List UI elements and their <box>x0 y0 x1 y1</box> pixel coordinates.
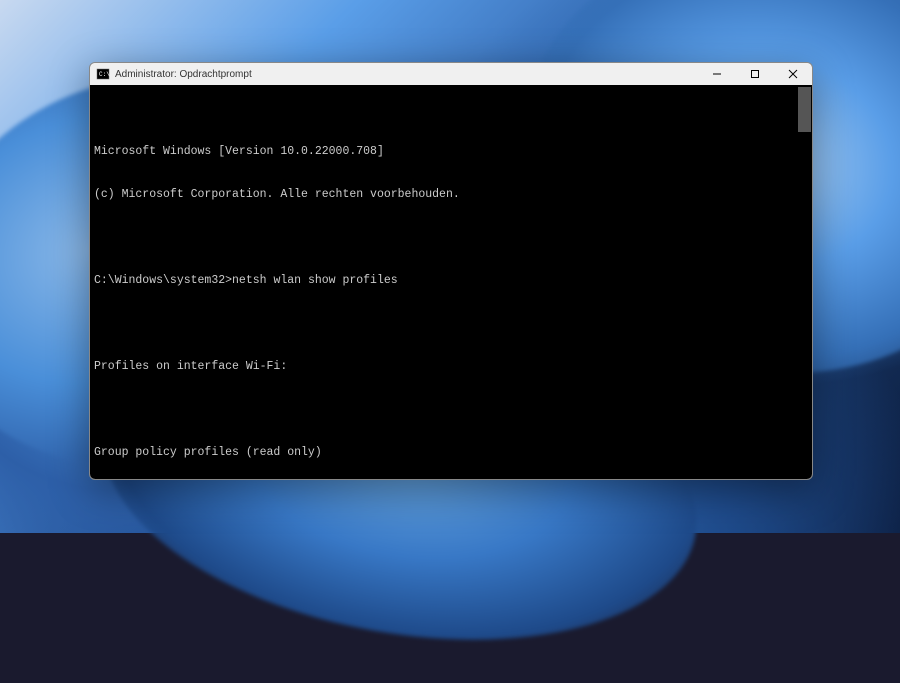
blank-line <box>94 317 808 331</box>
prompt-path: C:\Windows\system32> <box>94 274 232 287</box>
window-title: Administrator: Opdrachtprompt <box>115 69 698 80</box>
svg-text:C:\: C:\ <box>99 71 110 78</box>
output-line: Profiles on interface Wi-Fi: <box>94 360 808 374</box>
terminal-area[interactable]: Microsoft Windows [Version 10.0.22000.70… <box>90 85 812 479</box>
command-prompt-window: C:\ Administrator: Opdrachtprompt Micros… <box>89 62 813 480</box>
close-button[interactable] <box>774 63 812 85</box>
prompt-line: C:\Windows\system32>netsh wlan show prof… <box>94 274 808 288</box>
copyright-line: (c) Microsoft Corporation. Alle rechten … <box>94 188 808 202</box>
version-line: Microsoft Windows [Version 10.0.22000.70… <box>94 145 808 159</box>
scrollbar-thumb[interactable] <box>798 87 811 132</box>
command-text: netsh wlan show profiles <box>232 274 398 287</box>
cmd-icon: C:\ <box>96 67 110 81</box>
minimize-button[interactable] <box>698 63 736 85</box>
blank-line <box>94 231 808 245</box>
titlebar[interactable]: C:\ Administrator: Opdrachtprompt <box>90 63 812 85</box>
maximize-button[interactable] <box>736 63 774 85</box>
blank-line <box>94 403 808 417</box>
output-line: Group policy profiles (read only) <box>94 446 808 460</box>
window-controls <box>698 63 812 85</box>
